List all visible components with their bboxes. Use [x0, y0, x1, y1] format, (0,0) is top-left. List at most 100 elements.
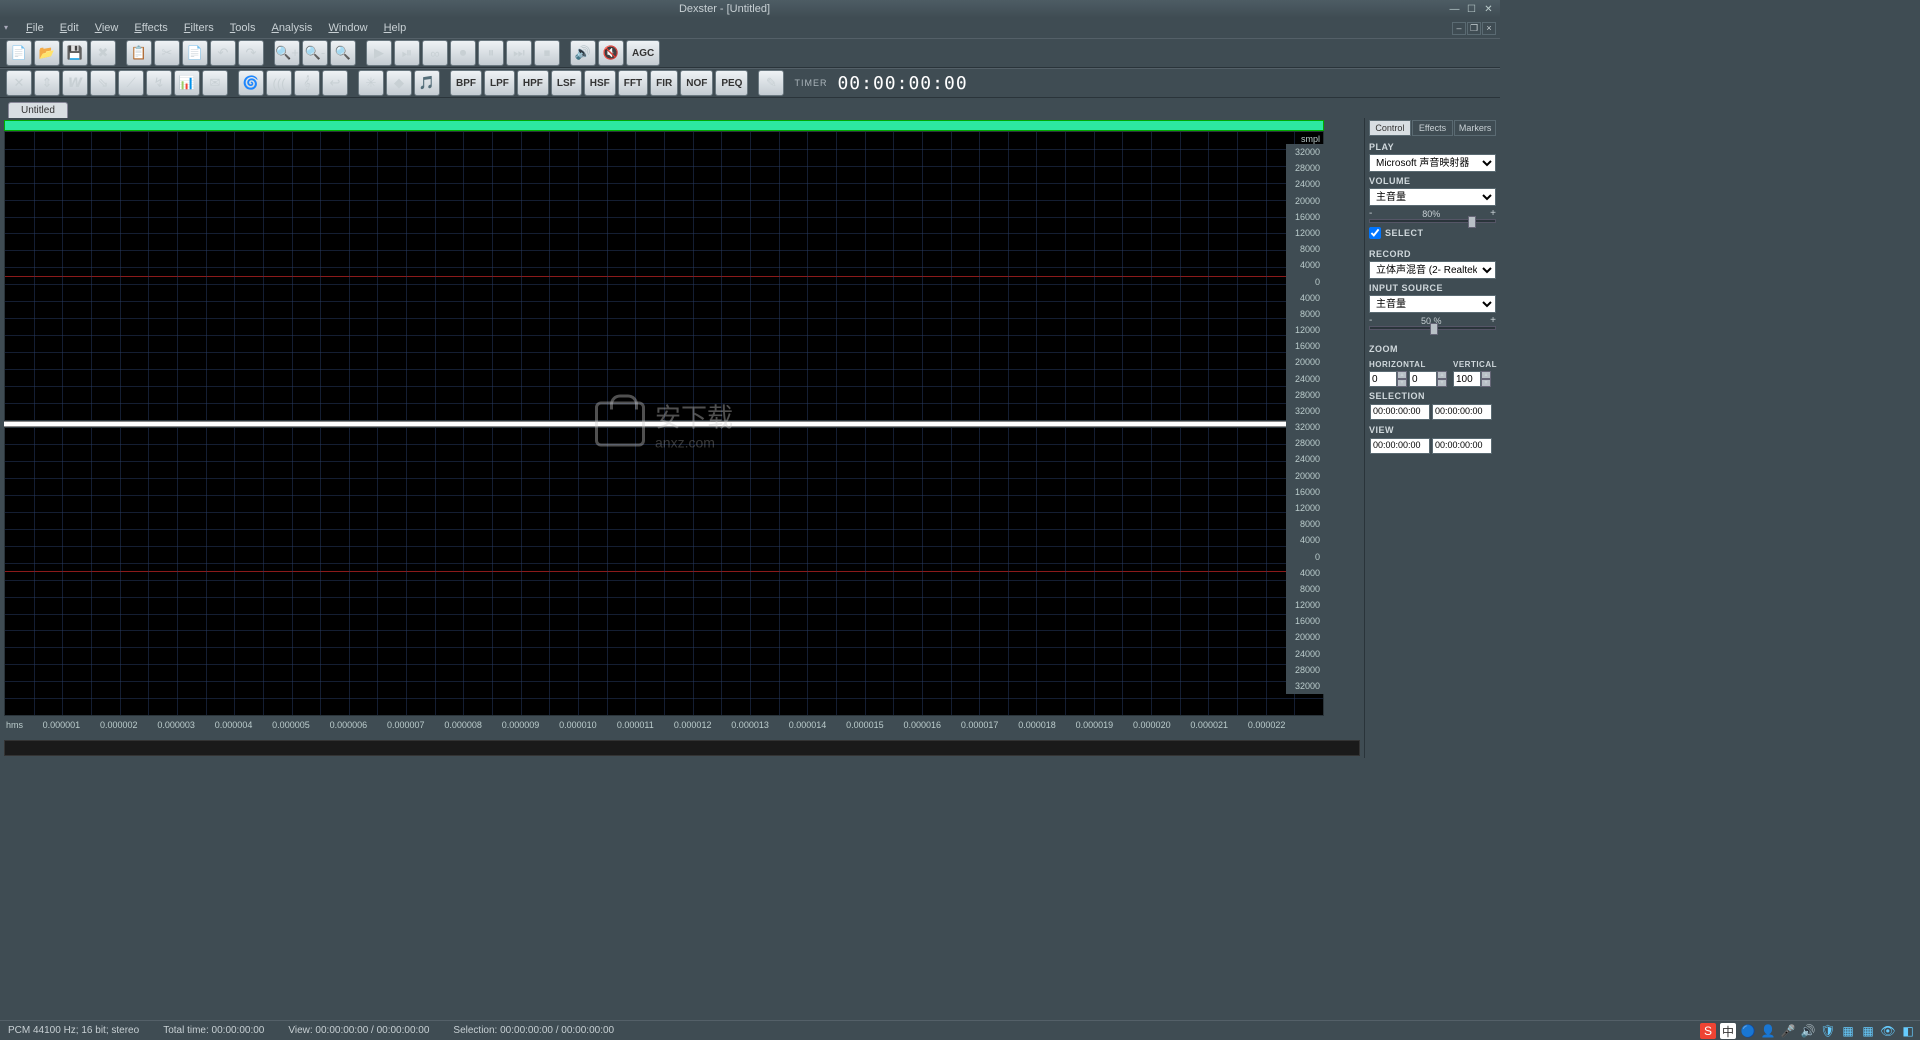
toolbar-nof-button[interactable]: NOF: [680, 70, 713, 96]
sel-from[interactable]: 00:00:00:00: [1370, 404, 1430, 420]
toolbar-⏹-button[interactable]: ⏹: [534, 40, 560, 66]
menu-tools[interactable]: Tools: [222, 20, 264, 36]
view-to[interactable]: 00:00:00:00: [1432, 438, 1492, 454]
tab-control[interactable]: Control: [1369, 120, 1411, 136]
down-icon[interactable]: ▾: [1397, 379, 1407, 387]
mdi-min-icon[interactable]: –: [1452, 22, 1466, 35]
toolbar-⇕-button[interactable]: ⇕: [34, 70, 60, 96]
toolbar-📊-button[interactable]: 📊: [174, 70, 200, 96]
down-icon[interactable]: ▾: [1437, 379, 1447, 387]
mdi-close-icon[interactable]: ×: [1482, 22, 1496, 35]
toolbar-𝙒-button[interactable]: 𝙒: [62, 70, 88, 96]
toolbar-bpf-button[interactable]: BPF: [450, 70, 482, 96]
overview-strip[interactable]: [4, 120, 1324, 131]
toolbar-✎-button[interactable]: ✎: [758, 70, 784, 96]
minimize-icon[interactable]: —: [1447, 3, 1462, 16]
tray-icon-0[interactable]: S: [1700, 1023, 1716, 1039]
tray-icon-9[interactable]: 👁: [1880, 1023, 1896, 1039]
menu-help[interactable]: Help: [376, 20, 415, 36]
channel-right[interactable]: [4, 427, 1324, 717]
down-icon[interactable]: ▾: [1481, 379, 1491, 387]
toolbar-lsf-button[interactable]: LSF: [551, 70, 582, 96]
zoom-h1-input[interactable]: [1369, 371, 1397, 387]
toolbar-⏺-button[interactable]: ⏺: [450, 40, 476, 66]
toolbar-agc-button[interactable]: AGC: [626, 40, 660, 66]
menu-file[interactable]: File: [18, 20, 52, 36]
toolbar-hsf-button[interactable]: HSF: [584, 70, 616, 96]
toolbar-⏯-button[interactable]: ⏯: [394, 40, 420, 66]
select-checkbox[interactable]: [1369, 227, 1381, 239]
menu-filters[interactable]: Filters: [176, 20, 222, 36]
toolbar-↶-button[interactable]: ↶: [210, 40, 236, 66]
view-from[interactable]: 00:00:00:00: [1370, 438, 1430, 454]
tray-icon-1[interactable]: 中: [1720, 1023, 1736, 1039]
zoom-h2-input[interactable]: [1409, 371, 1437, 387]
input-slider[interactable]: [1369, 326, 1496, 330]
volume-slider[interactable]: [1369, 219, 1496, 223]
close-icon[interactable]: ✕: [1481, 3, 1496, 16]
mdi-restore-icon[interactable]: ❐: [1467, 22, 1481, 35]
horizontal-scrollbar[interactable]: [4, 740, 1360, 756]
toolbar-✳-button[interactable]: ✳: [358, 70, 384, 96]
channel-left[interactable]: [4, 131, 1324, 421]
toolbar-🔇-button[interactable]: 🔇: [598, 40, 624, 66]
menu-edit[interactable]: Edit: [52, 20, 87, 36]
menu-view[interactable]: View: [87, 20, 127, 36]
toolbar-🎵-button[interactable]: 🎵: [414, 70, 440, 96]
volume-device-select[interactable]: 主音量: [1369, 188, 1496, 206]
tray-icon-8[interactable]: ▦: [1860, 1023, 1876, 1039]
toolbar-⟋-button[interactable]: ⟋: [118, 70, 144, 96]
toolbar-hpf-button[interactable]: HPF: [517, 70, 549, 96]
toolbar-fft-button[interactable]: FFT: [618, 70, 648, 96]
tab-untitled[interactable]: Untitled: [8, 102, 68, 118]
tray-icon-2[interactable]: 🔵: [1740, 1023, 1756, 1039]
record-device-select[interactable]: 立体声混音 (2- Realtek Hig: [1369, 261, 1496, 279]
tray-icon-7[interactable]: ▦: [1840, 1023, 1856, 1039]
sel-to[interactable]: 00:00:00:00: [1432, 404, 1492, 420]
toolbar-⇘-button[interactable]: ⇘: [90, 70, 116, 96]
toolbar-🔍-button[interactable]: 🔍: [330, 40, 356, 66]
toolbar-📂-button[interactable]: 📂: [34, 40, 60, 66]
toolbar-📋-button[interactable]: 📋: [126, 40, 152, 66]
toolbar-⏭-button[interactable]: ⏭: [506, 40, 532, 66]
tab-effects[interactable]: Effects: [1412, 120, 1454, 136]
input-source-select[interactable]: 主音量: [1369, 295, 1496, 313]
toolbar-📄-button[interactable]: 📄: [6, 40, 32, 66]
menu-analysis[interactable]: Analysis: [263, 20, 320, 36]
toolbar-◆-button[interactable]: ◆: [386, 70, 412, 96]
up-icon[interactable]: ▴: [1437, 371, 1447, 379]
toolbar-💾-button[interactable]: 💾: [62, 40, 88, 66]
toolbar-↯-button[interactable]: ↯: [146, 70, 172, 96]
toolbar-🔍--button[interactable]: 🔍-: [302, 40, 328, 66]
toolbar-lpf-button[interactable]: LPF: [484, 70, 515, 96]
tab-markers[interactable]: Markers: [1454, 120, 1496, 136]
toolbar-✉-button[interactable]: ✉: [202, 70, 228, 96]
tray-icon-4[interactable]: 🎤: [1780, 1023, 1796, 1039]
up-icon[interactable]: ▴: [1397, 371, 1407, 379]
toolbar-⏸-button[interactable]: ⏸: [478, 40, 504, 66]
zoom-v-input[interactable]: [1453, 371, 1481, 387]
toolbar-(((-button[interactable]: (((: [266, 70, 292, 96]
toolbar-peq-button[interactable]: PEQ: [715, 70, 748, 96]
toolbar-↩-button[interactable]: ↩: [322, 70, 348, 96]
toolbar-📄-button[interactable]: 📄: [182, 40, 208, 66]
menu-effects[interactable]: Effects: [126, 20, 175, 36]
toolbar-🔊-button[interactable]: 🔊: [570, 40, 596, 66]
play-device-select[interactable]: Microsoft 声音映射器: [1369, 154, 1496, 172]
toolbar-↷-button[interactable]: ↷: [238, 40, 264, 66]
tray-icon-3[interactable]: 👤: [1760, 1023, 1776, 1039]
app-menu-icon[interactable]: ▾: [4, 23, 14, 33]
toolbar-✖-button[interactable]: ✖: [90, 40, 116, 66]
menu-window[interactable]: Window: [320, 20, 375, 36]
maximize-icon[interactable]: ☐: [1464, 3, 1479, 16]
toolbar-▶-button[interactable]: ▶: [366, 40, 392, 66]
toolbar-🔍+-button[interactable]: 🔍+: [274, 40, 300, 66]
channels[interactable]: 安下载 anxz.com smpl 3200028000240002000016…: [4, 131, 1324, 716]
toolbar-🌀-button[interactable]: 🌀: [238, 70, 264, 96]
toolbar-✕-button[interactable]: ✕: [6, 70, 32, 96]
tray-icon-5[interactable]: 🔊: [1800, 1023, 1816, 1039]
toolbar-𝄞-button[interactable]: 𝄞: [294, 70, 320, 96]
tray-icon-6[interactable]: 🛡: [1820, 1023, 1836, 1039]
toolbar-fir-button[interactable]: FIR: [650, 70, 678, 96]
toolbar-∞-button[interactable]: ∞: [422, 40, 448, 66]
